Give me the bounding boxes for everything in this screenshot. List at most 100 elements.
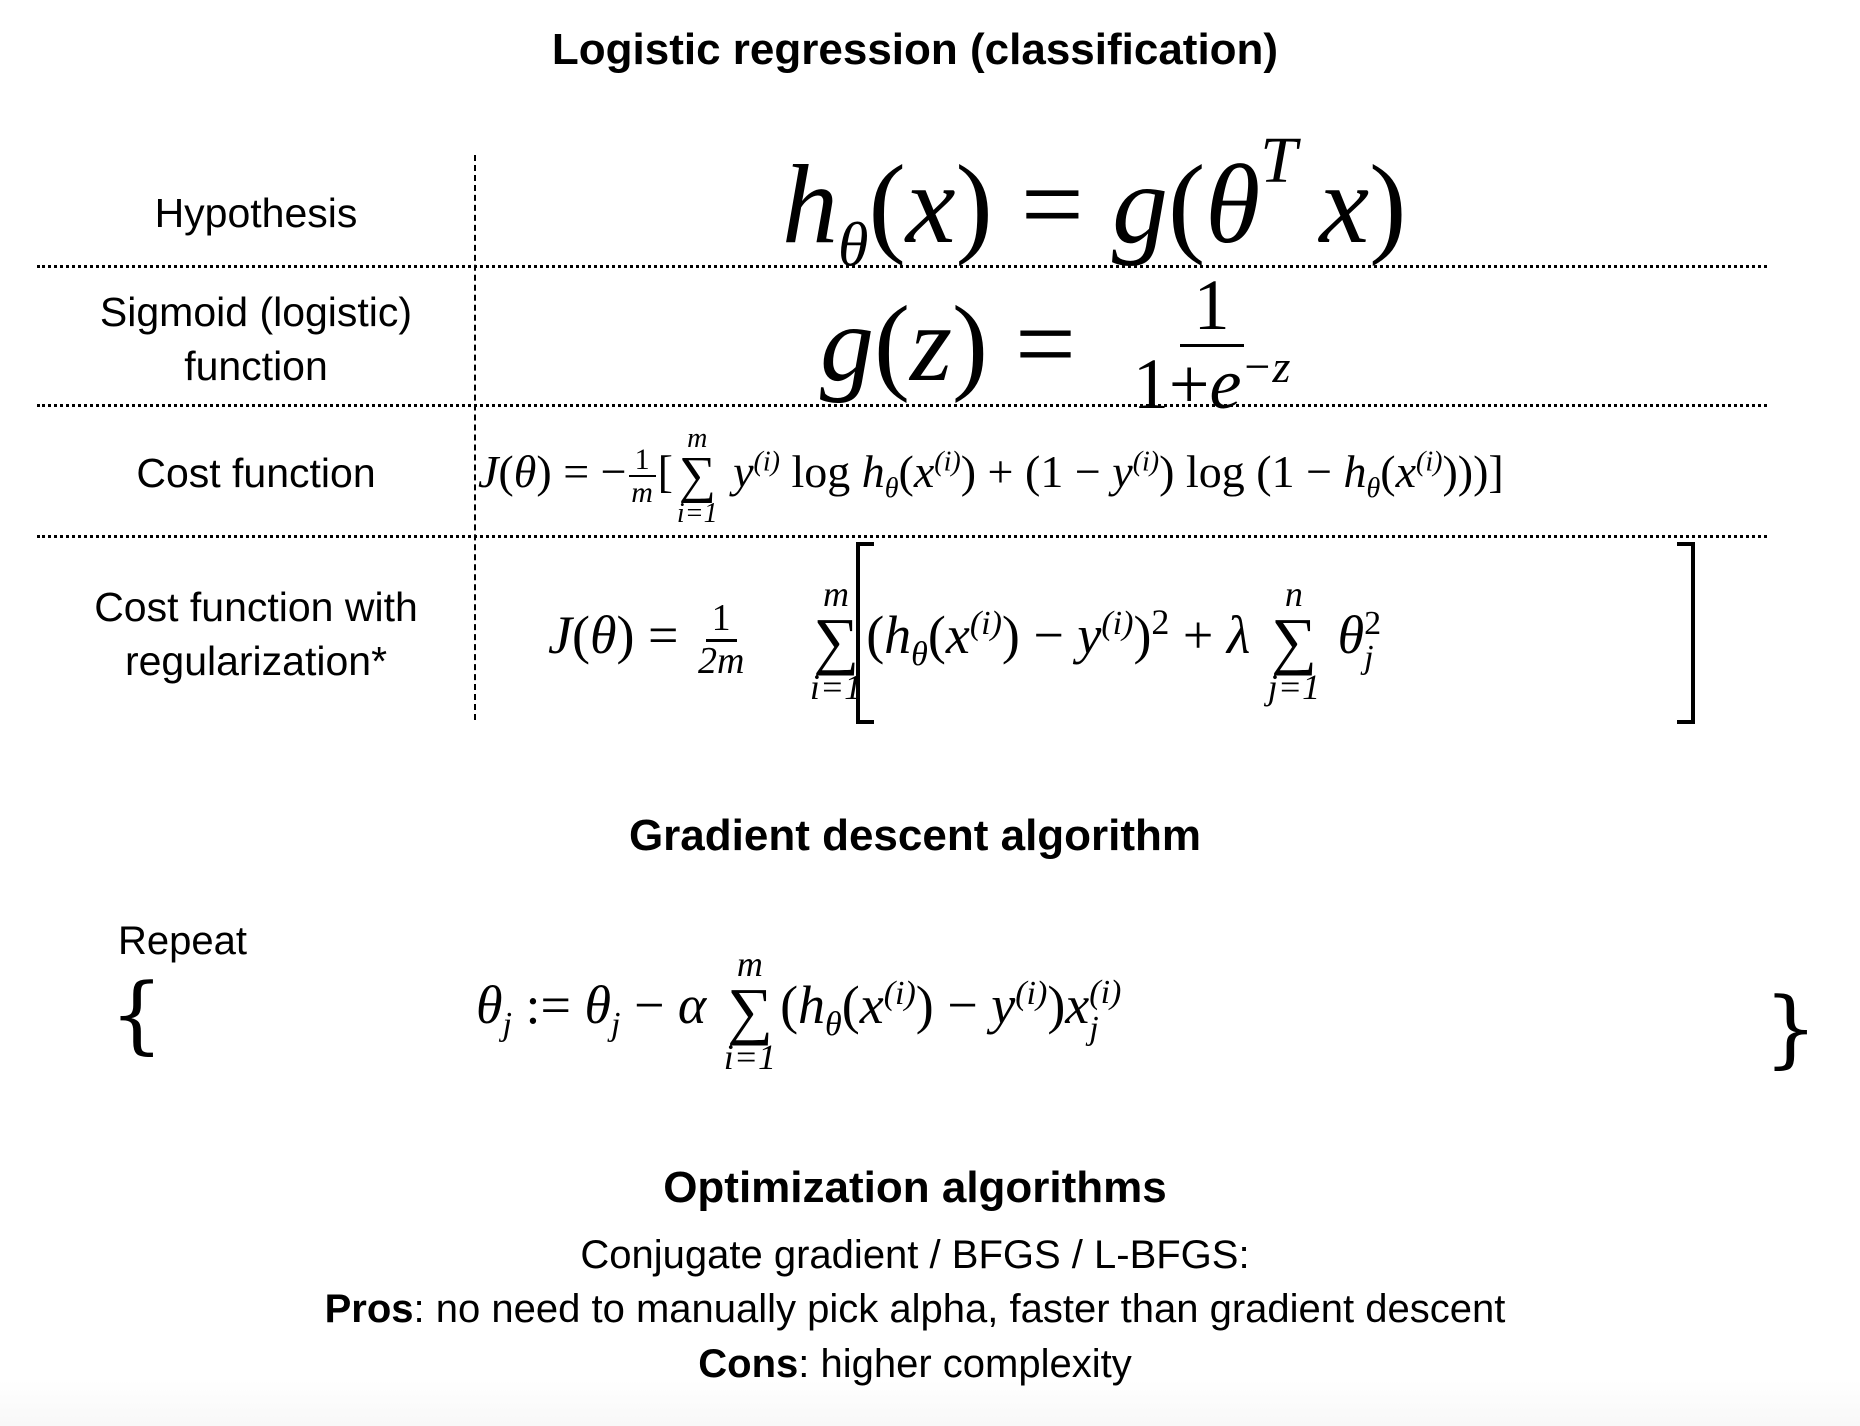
- formula-subscript: j: [502, 1005, 512, 1043]
- formula-operator: =: [563, 446, 590, 497]
- summation: m ∑ i=1: [724, 946, 776, 1076]
- formula-symbol: y: [991, 975, 1016, 1035]
- cost-fraction: 1m: [628, 444, 656, 510]
- sum-lower-limit: i=1: [676, 497, 718, 529]
- formula-function: log: [1185, 446, 1245, 497]
- fraction-denominator: m: [631, 476, 653, 510]
- formula-symbol: g: [820, 285, 874, 405]
- cost-formula: J(θ) = −1 m[m ∑ i=1 y(i) log hθ(x(i)) + (1 …: [478, 423, 1504, 529]
- formula-superscript: (i): [1015, 975, 1048, 1012]
- row-label-line: Hypothesis: [154, 190, 358, 236]
- repeat-label: Repeat: [118, 919, 247, 963]
- formula-symbol: x: [859, 975, 884, 1035]
- hypothesis-formula: hθ(x) = g(θT x): [782, 128, 1407, 277]
- sigma-symbol: ∑: [813, 604, 859, 676]
- formula-number: 1: [1040, 446, 1064, 497]
- formula-superscript: (i): [883, 975, 916, 1012]
- pros-label: Pros: [324, 1287, 414, 1331]
- formula-paren: (: [874, 285, 910, 405]
- summation: n ∑ j=1: [1268, 576, 1320, 706]
- sigma-symbol: ∑: [678, 447, 716, 505]
- gradient-descent-formula: θj := θj − α m ∑ i=1 (hθ(x(i)) − y(i))x (i) j: [476, 943, 1122, 1078]
- formula-subscript: j: [1364, 638, 1374, 676]
- cons-text: : higher complexity: [798, 1342, 1132, 1386]
- row-label-cost-regularization: Cost function with regularization*: [37, 580, 475, 688]
- formula-symbol: J: [478, 446, 499, 497]
- summation: m ∑ i=1: [677, 425, 718, 528]
- formula-paren: ): [1369, 143, 1407, 267]
- formula-superscript: 2: [1364, 604, 1382, 642]
- formula-superscript: (i): [1089, 973, 1122, 1011]
- formula-subscript: θ: [825, 1005, 842, 1043]
- formula-operator: +: [987, 446, 1014, 497]
- formula-operator: :=: [525, 975, 571, 1035]
- optimization-cons: Cons: higher complexity: [0, 1339, 1830, 1389]
- sigmoid-fraction: 1 1+e−z: [1133, 267, 1291, 423]
- formula-subscript: θ: [1366, 473, 1381, 505]
- cons-label: Cons: [698, 1342, 799, 1386]
- formula-symbol: z: [909, 285, 952, 405]
- summation: m ∑ i=1: [810, 576, 862, 706]
- row-label-hypothesis: Hypothesis: [37, 186, 475, 240]
- formula-subscript: θ: [884, 473, 899, 505]
- gradient-descent-heading: Gradient descent algorithm: [628, 811, 1202, 860]
- optimization-methods: Conjugate gradient / BFGS / L-BFGS:: [580, 1233, 1250, 1277]
- formula-operator: −: [600, 446, 627, 497]
- sum-lower-limit: i=1: [809, 667, 863, 708]
- open-brace: {: [110, 965, 164, 1063]
- fraction-denominator: 1+e−z: [1133, 343, 1291, 423]
- formula-function: log: [791, 446, 851, 497]
- formula-superscript: (i): [934, 446, 961, 478]
- formula-paren: (: [1167, 143, 1206, 267]
- formula-symbol: θ: [1337, 605, 1365, 665]
- formula-symbol: y: [1077, 605, 1102, 665]
- formula-number: 1: [1271, 446, 1295, 497]
- formula-symbol: x: [1395, 446, 1417, 497]
- formula-symbol: x: [1319, 143, 1370, 267]
- row-label-line: Cost function with: [94, 584, 418, 630]
- optimization-pros: Pros: no need to manually pick alpha, fa…: [0, 1284, 1830, 1334]
- formula-operator: +: [1182, 605, 1214, 665]
- row-label-line: Sigmoid (logistic): [99, 289, 413, 335]
- formula-subscript: j: [1089, 1009, 1099, 1047]
- formula-symbol: θ: [1205, 143, 1261, 267]
- formula-operator: =: [647, 605, 679, 665]
- sum-lower-limit: i=1: [723, 1037, 777, 1078]
- formula-symbol: θ: [476, 975, 503, 1035]
- table-row-divider: [37, 535, 1767, 538]
- formula-operator: −: [947, 975, 978, 1035]
- formula-paren: ): [952, 285, 988, 405]
- regularized-fraction: 1 2m: [697, 598, 745, 683]
- row-label-line: function: [184, 343, 328, 389]
- row-label-line: regularization*: [124, 638, 388, 684]
- formula-superscript: (i): [1416, 446, 1443, 478]
- formula-symbol: λ: [1226, 605, 1251, 665]
- formula-symbol: h: [1343, 446, 1367, 497]
- fraction-numerator: 1: [705, 598, 737, 643]
- formula-symbol: h: [798, 975, 826, 1035]
- formula-symbol: h: [861, 446, 885, 497]
- formula-symbol: x: [913, 446, 935, 497]
- formula-operator: −: [633, 975, 665, 1035]
- formula-superscript: (i): [1132, 446, 1160, 478]
- right-bracket: [1677, 542, 1695, 724]
- formula-superscript: (i): [969, 605, 1002, 642]
- formula-symbol: y: [1112, 446, 1133, 497]
- formula-symbol: α: [677, 975, 707, 1035]
- close-brace: }: [1764, 979, 1818, 1077]
- sum-lower-limit: j=1: [1267, 667, 1321, 708]
- sigma-symbol: ∑: [1271, 604, 1317, 676]
- row-label-cost-function: Cost function: [37, 446, 475, 500]
- row-label-line: Cost function: [136, 450, 376, 496]
- formula-superscript: (i): [753, 446, 780, 478]
- formula-superscript: T: [1260, 124, 1297, 197]
- formula-symbol: h: [884, 605, 912, 665]
- fraction-numerator: 1: [628, 444, 656, 478]
- sigmoid-formula: g(z) = 1 1+e−z: [820, 267, 1296, 421]
- fraction-denominator: 2m: [697, 640, 745, 683]
- formula-symbol: θ: [513, 446, 537, 497]
- formula-operator: −: [1306, 446, 1333, 497]
- formula-operator: −: [1033, 605, 1064, 665]
- formula-paren: (: [868, 143, 906, 267]
- formula-symbol: θ: [584, 975, 611, 1035]
